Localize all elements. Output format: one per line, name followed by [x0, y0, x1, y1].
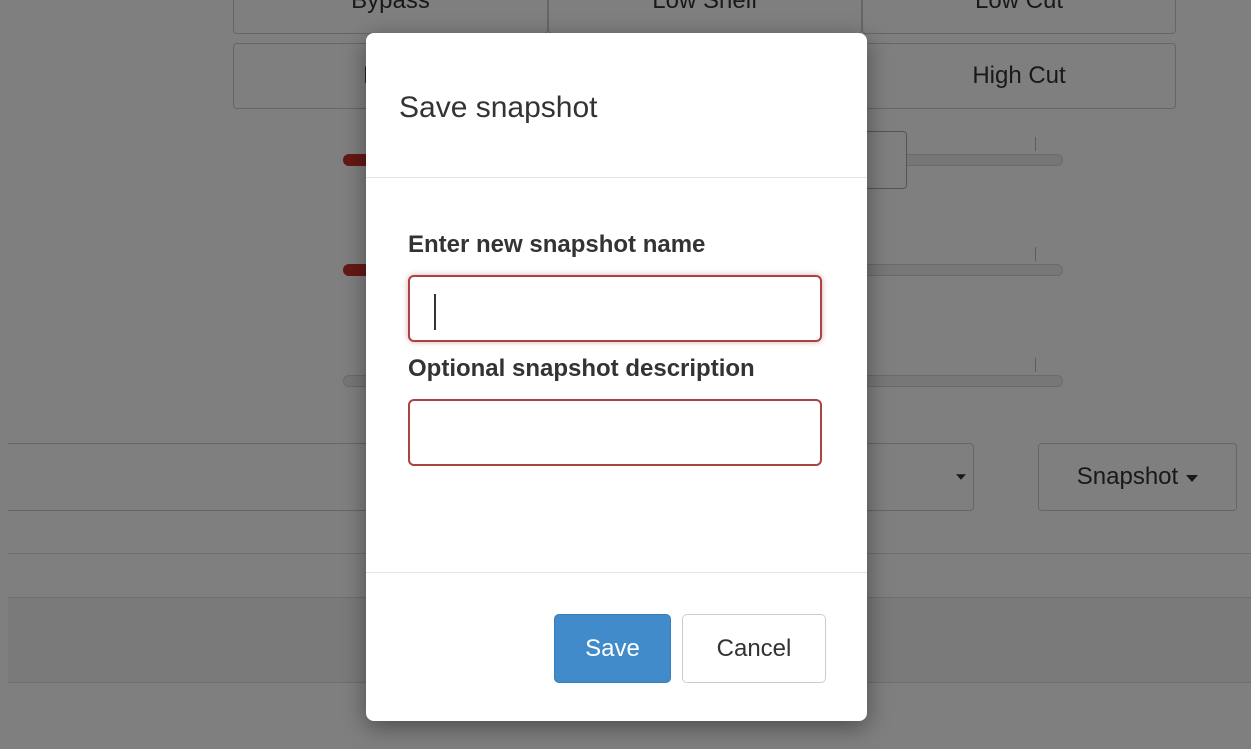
snapshot-name-input[interactable] [408, 275, 822, 342]
snapshot-description-label: Optional snapshot description [408, 355, 755, 382]
modal-header: Save snapshot [366, 33, 867, 178]
app-page: Bypass Low Shelf Low Cut Peak High Cut S… [0, 0, 1251, 749]
modal-title: Save snapshot [399, 91, 598, 124]
save-button[interactable]: Save [554, 614, 671, 683]
snapshot-description-input[interactable] [408, 399, 822, 466]
snapshot-name-label: Enter new snapshot name [408, 231, 706, 258]
cancel-button[interactable]: Cancel [682, 614, 826, 683]
save-snapshot-dialog: Save snapshot Enter new snapshot name Op… [366, 33, 867, 721]
modal-footer: Save Cancel [366, 572, 867, 721]
text-cursor [434, 294, 436, 330]
